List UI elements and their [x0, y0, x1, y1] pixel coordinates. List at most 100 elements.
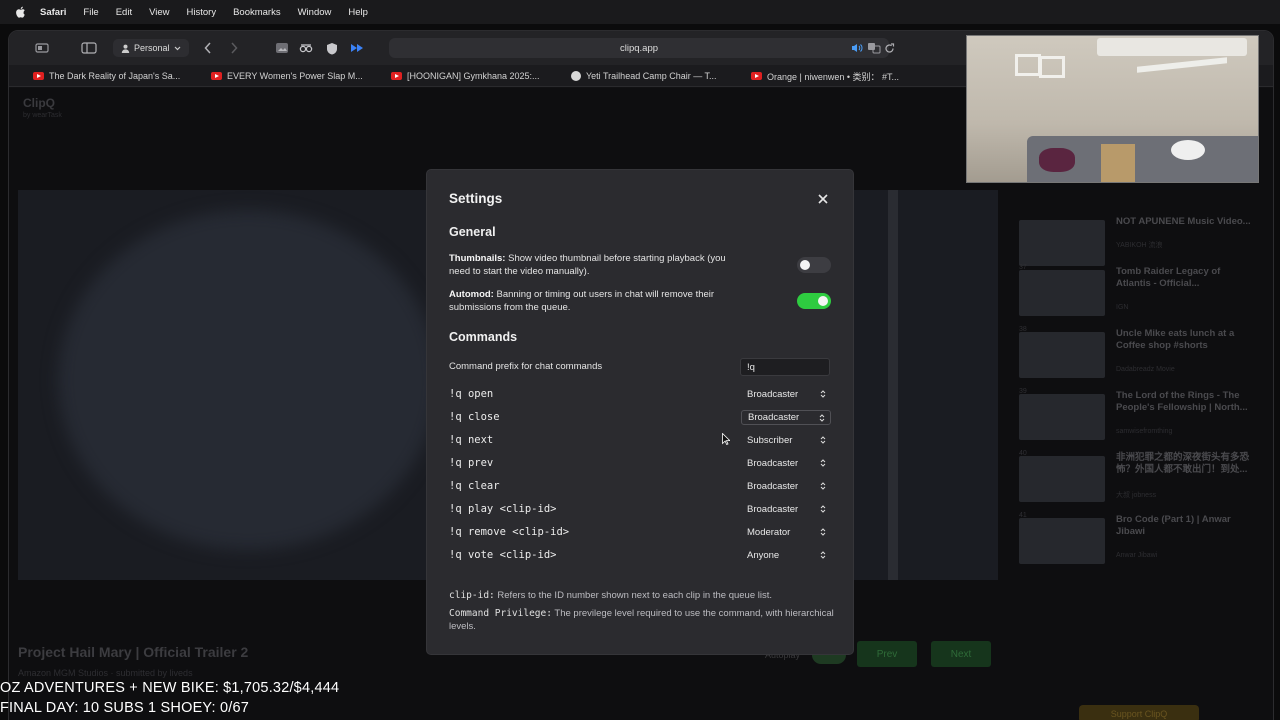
- command-row-close: !q close Broadcaster: [449, 410, 831, 426]
- command-row-next: !q next Subscriber: [449, 433, 831, 449]
- video-frame: [58, 210, 438, 550]
- tab-item[interactable]: Orange | niwenwen • 类别： #T...: [751, 69, 911, 83]
- privilege-select[interactable]: Broadcaster: [741, 502, 831, 517]
- queue-thumbnail: [1019, 332, 1105, 378]
- privilege-note: Command Privilege: The previlege level r…: [449, 607, 839, 633]
- back-button[interactable]: [201, 40, 215, 56]
- command-row-clear: !q clear Broadcaster: [449, 479, 831, 495]
- queue-channel: Dadabreadz Movie: [1116, 366, 1175, 373]
- translate-icon[interactable]: [867, 40, 881, 56]
- menu-edit[interactable]: Edit: [116, 7, 132, 18]
- chevron-updown-icon: [819, 414, 825, 422]
- stream-goal-line1: OZ ADVENTURES + NEW BIKE: $1,705.32/$4,4…: [0, 680, 340, 696]
- queue-channel: YABIKOH 流浪: [1116, 242, 1163, 249]
- command-name: !q clear: [449, 480, 500, 492]
- privilege-value: Broadcaster: [747, 458, 799, 469]
- privilege-select[interactable]: Subscriber: [741, 433, 831, 448]
- tab-label: Orange | niwenwen • 类别： #T...: [767, 71, 900, 82]
- queue-title: The Lord of the Rings - The People's Fel…: [1116, 390, 1248, 413]
- tab-item[interactable]: EVERY Women's Power Slap M...: [211, 69, 371, 83]
- chevron-updown-icon: [820, 528, 826, 536]
- menu-help[interactable]: Help: [348, 7, 368, 18]
- queue-item[interactable]: 39 The Lord of the Rings - The People's …: [1019, 388, 1259, 444]
- tab-label: The Dark Reality of Japan's Sa...: [49, 71, 181, 81]
- clip-id-text: Refers to the ID number shown next to ea…: [497, 590, 773, 601]
- extension-stream-icon[interactable]: [349, 40, 365, 56]
- privilege-select[interactable]: Broadcaster: [741, 456, 831, 471]
- webcam-overlay: [966, 35, 1259, 183]
- webcam-air-conditioner: [1097, 38, 1247, 56]
- support-label: Support ClipQ: [1110, 709, 1168, 719]
- thumbnails-toggle[interactable]: [797, 257, 831, 273]
- thumbnails-option: Thumbnails: Show video thumbnail before …: [449, 252, 749, 278]
- command-name: !q next: [449, 434, 494, 446]
- privilege-value: Broadcaster: [747, 504, 799, 515]
- privilege-value: Broadcaster: [747, 389, 799, 400]
- privilege-select[interactable]: Broadcaster: [741, 410, 831, 425]
- chevron-updown-icon: [820, 551, 826, 559]
- queue-item[interactable]: 37 Tomb Raider Legacy of Atlantis - Offi…: [1019, 264, 1259, 320]
- privilege-select[interactable]: Anyone: [741, 548, 831, 563]
- youtube-icon: [33, 72, 44, 80]
- close-icon[interactable]: [817, 193, 829, 205]
- chevron-updown-icon: [820, 459, 826, 467]
- reload-icon[interactable]: [883, 40, 895, 56]
- automod-toggle[interactable]: [797, 293, 831, 309]
- queue-item[interactable]: 38 Uncle Mike eats lunch at a Coffee sho…: [1019, 326, 1259, 382]
- extension-photo-icon[interactable]: [275, 40, 289, 56]
- next-button[interactable]: Next: [931, 641, 991, 667]
- forward-button[interactable]: [227, 40, 241, 56]
- queue-item[interactable]: NOT APUNENE Music Video... YABIKOH 流浪: [1019, 214, 1259, 270]
- privilege-select[interactable]: Broadcaster: [741, 479, 831, 494]
- profile-label: Personal: [134, 43, 170, 53]
- menu-window[interactable]: Window: [298, 7, 332, 18]
- command-name: !q prev: [449, 457, 494, 469]
- queue-channel: Anwar Jibawi: [1116, 552, 1158, 559]
- stream-goal-line2: FINAL DAY: 10 SUBS 1 SHOEY: 0/67: [0, 700, 249, 716]
- command-name: !q vote <clip-id>: [449, 549, 557, 561]
- apple-icon[interactable]: [14, 5, 28, 19]
- modal-title: Settings: [449, 191, 503, 206]
- youtube-icon: [391, 72, 402, 80]
- queue-thumbnail: [1019, 220, 1105, 266]
- tab-item[interactable]: [HOONIGAN] Gymkhana 2025:...: [391, 69, 551, 83]
- address-bar[interactable]: clipq.app: [389, 38, 889, 58]
- queue-item[interactable]: 40 非洲犯罪之都的深夜街头有多恐怖？外国人都不敢出门！到处... 大叔 job…: [1019, 450, 1259, 506]
- menu-bookmarks[interactable]: Bookmarks: [233, 7, 281, 18]
- clip-id-note: clip-id: Refers to the ID number shown n…: [449, 589, 839, 602]
- tab-item[interactable]: Yeti Trailhead Camp Chair — T...: [571, 69, 731, 83]
- chevron-down-icon: [174, 46, 180, 50]
- queue-title: Uncle Mike eats lunch at a Coffee shop #…: [1116, 328, 1235, 351]
- audio-playing-icon[interactable]: [851, 40, 863, 56]
- extension-shield-icon[interactable]: [325, 40, 339, 56]
- command-row-remove: !q remove <clip-id> Moderator: [449, 525, 831, 541]
- toggle-knob: [818, 296, 828, 306]
- automod-label: Automod:: [449, 289, 494, 300]
- site-logo[interactable]: ClipQ: [23, 96, 55, 110]
- support-button[interactable]: Support ClipQ: [1079, 705, 1199, 720]
- command-name: !q open: [449, 388, 494, 400]
- privilege-select[interactable]: Broadcaster: [741, 387, 831, 402]
- tab-label: Yeti Trailhead Camp Chair — T...: [586, 71, 717, 81]
- prefix-label: Command prefix for chat commands: [449, 361, 603, 372]
- menu-view[interactable]: View: [149, 7, 169, 18]
- sidebar-toggle-icon[interactable]: [81, 40, 97, 56]
- clip-id-term: clip-id:: [449, 590, 495, 601]
- chevron-updown-icon: [820, 390, 826, 398]
- menu-app-name[interactable]: Safari: [40, 7, 66, 18]
- tab-overview-icon[interactable]: [35, 40, 49, 56]
- menu-file[interactable]: File: [83, 7, 98, 18]
- profile-button[interactable]: Personal: [113, 39, 189, 57]
- tab-item[interactable]: The Dark Reality of Japan's Sa...: [33, 69, 193, 83]
- extension-glasses-icon[interactable]: [299, 40, 313, 56]
- site-icon: [571, 71, 581, 81]
- menu-history[interactable]: History: [187, 7, 217, 18]
- chevron-updown-icon: [820, 436, 826, 444]
- privilege-select[interactable]: Moderator: [741, 525, 831, 540]
- automod-option: Automod: Banning or timing out users in …: [449, 288, 749, 314]
- queue-thumbnail: [1019, 518, 1105, 564]
- privilege-term: Command Privilege:: [449, 608, 552, 619]
- prev-button[interactable]: Prev: [857, 641, 917, 667]
- prefix-input[interactable]: !q: [740, 358, 830, 376]
- queue-item[interactable]: 41 Bro Code (Part 1) | Anwar Jibawi Anwa…: [1019, 512, 1259, 568]
